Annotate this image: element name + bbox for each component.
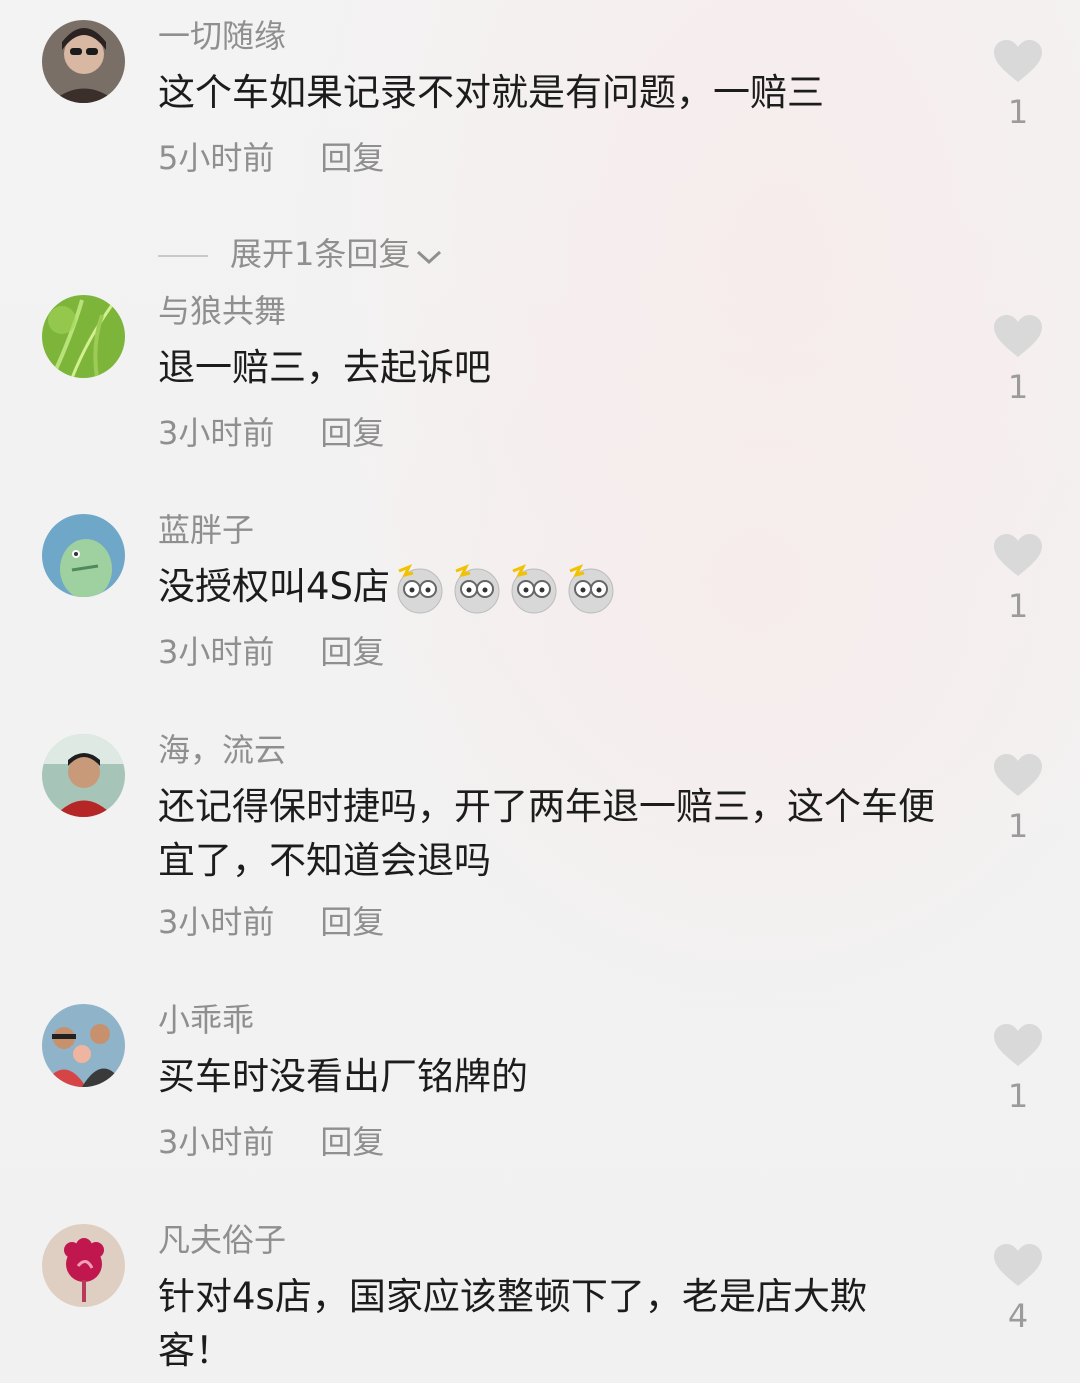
reply-button[interactable]: 回复 — [320, 139, 384, 177]
comment-text: 买车时没看出厂铭牌的 — [158, 1055, 528, 1098]
timestamp: 3小时前 — [158, 414, 275, 452]
heart-icon — [994, 315, 1042, 357]
reply-button[interactable]: 回复 — [320, 903, 384, 941]
reply-button[interactable]: 回复 — [320, 414, 384, 452]
comment-text-content: 没授权叫4S店 — [158, 565, 391, 608]
heart-icon — [994, 1024, 1042, 1066]
shocked-face-icon — [568, 563, 614, 613]
expand-replies-label: 展开1条回复 — [230, 235, 411, 273]
avatar[interactable] — [42, 20, 125, 103]
background — [0, 0, 1080, 1383]
comment-text: 这个车如果记录不对就是有问题，一赔三 — [158, 71, 824, 114]
emoji-group — [390, 563, 618, 613]
like-button[interactable]: 1 — [990, 40, 1046, 134]
expand-replies-button[interactable]: 展开1条回复 — [158, 232, 444, 278]
like-button[interactable]: 1 — [990, 754, 1046, 848]
avatar[interactable] — [42, 734, 125, 817]
like-button[interactable]: 4 — [990, 1244, 1046, 1338]
username[interactable]: 凡夫俗子 — [158, 1218, 286, 1262]
timestamp: 3小时前 — [158, 903, 275, 941]
heart-icon — [994, 1244, 1042, 1286]
like-button[interactable]: 1 — [990, 534, 1046, 628]
like-count: 1 — [1007, 1077, 1029, 1115]
chevron-down-icon — [414, 234, 444, 278]
comment-meta: 5小时前 回复 — [158, 136, 384, 180]
timestamp: 5小时前 — [158, 139, 275, 177]
heart-icon — [994, 754, 1042, 796]
comment-text: 没授权叫4S店 — [158, 560, 958, 615]
heart-icon — [994, 534, 1042, 576]
avatar[interactable] — [42, 295, 125, 378]
avatar[interactable] — [42, 514, 125, 597]
like-count: 1 — [1007, 368, 1029, 406]
timestamp: 3小时前 — [158, 1123, 275, 1161]
comment-meta: 3小时前 回复 — [158, 630, 384, 674]
divider-line — [158, 255, 208, 257]
comment-meta: 3小时前 回复 — [158, 900, 384, 944]
shocked-face-icon — [511, 563, 557, 613]
like-count: 1 — [1007, 807, 1029, 845]
comment-text: 针对4s店，国家应该整顿下了，老是店大欺客！ — [158, 1275, 867, 1372]
like-count: 1 — [1007, 93, 1029, 131]
reply-button[interactable]: 回复 — [320, 1123, 384, 1161]
username[interactable]: 与狼共舞 — [158, 289, 286, 333]
shocked-face-icon — [397, 563, 443, 613]
comment-meta: 3小时前 回复 — [158, 411, 384, 455]
comment-text: 退一赔三，去起诉吧 — [158, 346, 491, 389]
username[interactable]: 小乖乖 — [158, 998, 254, 1042]
timestamp: 3小时前 — [158, 633, 275, 671]
like-button[interactable]: 1 — [990, 315, 1046, 409]
comment-text: 还记得保时捷吗，开了两年退一赔三，这个车便宜了，不知道会退吗 — [158, 785, 935, 882]
avatar[interactable] — [42, 1004, 125, 1087]
like-button[interactable]: 1 — [990, 1024, 1046, 1118]
comment-meta: 3小时前 回复 — [158, 1120, 384, 1164]
username[interactable]: 一切随缘 — [158, 14, 286, 58]
username[interactable]: 蓝胖子 — [158, 508, 254, 552]
username[interactable]: 海，流云 — [158, 728, 286, 772]
like-count: 1 — [1007, 587, 1029, 625]
like-count: 4 — [1007, 1297, 1029, 1335]
heart-icon — [994, 40, 1042, 82]
avatar[interactable] — [42, 1224, 125, 1307]
shocked-face-icon — [454, 563, 500, 613]
reply-button[interactable]: 回复 — [320, 633, 384, 671]
